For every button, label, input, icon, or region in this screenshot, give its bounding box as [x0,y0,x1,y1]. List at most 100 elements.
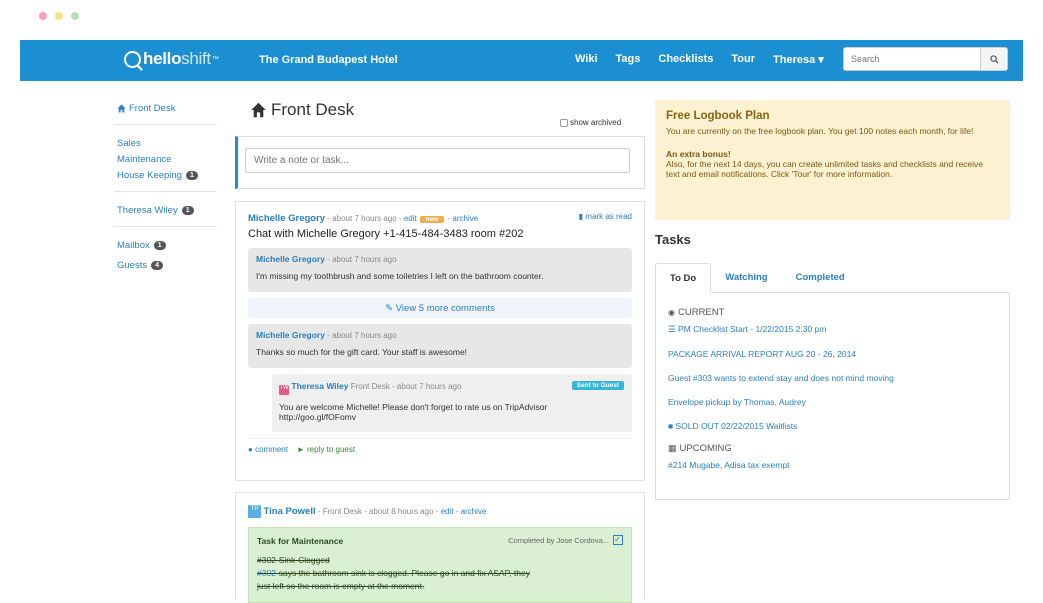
tasks-heading: Tasks [655,232,691,247]
task-item[interactable]: ☰ PM Checklist Start - 1/22/2015 2:30 pm [668,324,997,335]
sidebar-item-guests[interactable]: Guests 4 [117,257,222,273]
reply-link-label: reply to guest [307,445,356,454]
reply-author[interactable]: Theresa Wiley [291,381,348,391]
sidebar: Front Desk Sales Maintenance House Keepi… [114,100,222,273]
sidebar-item-maintenance[interactable]: Maintenance [117,151,222,167]
search-button[interactable] [980,48,1007,70]
task-tag[interactable]: #302 [257,568,276,578]
window-controls [39,12,79,20]
sidebar-item-mailbox[interactable]: Mailbox 1 [117,237,222,253]
post-header: Michelle Gregory - about 7 hours ago - e… [248,212,632,224]
count-badge: 1 [185,170,198,180]
nav-wiki[interactable]: Wiki [575,53,598,66]
task-item[interactable]: ■ SOLD OUT 02/22/2015 Waitlists [668,421,997,431]
post-author[interactable]: Tina Powell [264,506,316,517]
mark-read-link[interactable]: ▮ mark as read [579,212,632,221]
hotel-name[interactable]: The Grand Budapest Hotel [259,54,398,66]
checkbox-icon[interactable] [560,118,568,127]
comment-author[interactable]: Michelle Gregory [256,330,325,340]
tasks-tabs: To Do Watching Completed [655,263,1010,293]
tab-completed[interactable]: Completed [782,263,859,292]
logo[interactable]: hello shift ™ [124,49,219,69]
nav-user-menu[interactable]: Theresa ▾ [773,53,824,66]
sidebar-item-sales[interactable]: Sales [117,135,222,151]
checkbox-checked-icon[interactable]: ✓ [613,535,623,545]
sidebar-item-label: Front Desk [129,102,176,114]
task-item[interactable]: Guest #303 wants to extend stay and does… [668,373,997,383]
archive-link[interactable]: archive [461,507,487,516]
tab-to-do[interactable]: To Do [655,263,712,293]
logo-text-light: shift [181,49,211,68]
reply: TW Theresa Wiley Front Desk - about 7 ho… [272,374,632,432]
task-box: Task for Maintenance Completed by Jose C… [248,527,632,603]
nav-checklists[interactable]: Checklists [658,53,713,66]
search-box [843,47,1008,71]
comment-time: - about 7 hours ago [324,331,397,340]
plan-text: You are currently on the free logbook pl… [666,126,974,136]
count-badge: 4 [151,260,164,270]
task-item-label: PM Checklist Start - 1/22/2015 2:30 pm [678,324,827,334]
count-badge: 1 [153,240,166,250]
nav-tour[interactable]: Tour [731,53,755,66]
search-input[interactable] [844,48,980,70]
reply-link[interactable]: http://goo.gl/fOFomv [279,412,625,422]
reply-to-guest-link[interactable]: ► reply to guest [297,445,355,454]
task-item[interactable]: PACKAGE ARRIVAL REPORT AUG 20 - 26, 2014 [668,349,997,359]
comment-link-label: comment [255,445,288,454]
post-meta: - Front Desk - about 8 hours ago - [315,506,441,516]
nav-tags[interactable]: Tags [616,53,641,66]
post-card: TP Tina Powell - Front Desk - about 8 ho… [235,492,645,603]
show-archived-label: show archived [570,118,622,127]
sidebar-item-label: Mailbox [117,239,150,251]
reply-icon: ► [296,445,305,454]
calendar-icon: ▦ [668,443,677,453]
show-archived-toggle[interactable]: show archived [560,118,621,127]
post-title: Chat with Michelle Gregory +1-415-484-34… [248,228,524,240]
sidebar-divider [114,191,217,192]
maximize-dot[interactable] [71,12,79,20]
bookmark-icon: ▮ [578,212,584,221]
logo-trademark: ™ [211,55,219,63]
comment-link[interactable]: ● comment [248,445,288,454]
comment-time: - about 7 hours ago [324,255,397,264]
sidebar-item-housekeeping[interactable]: House Keeping 1 [117,167,222,183]
section-current: ◉ CURRENT [668,307,997,318]
sidebar-item-theresa[interactable]: Theresa Wiley 1 [117,202,222,218]
note-composer [235,136,645,189]
task-item[interactable]: Envelope pickup by Thomas, Audrey [668,397,997,407]
section-upcoming: ▦ UPCOMING [668,443,997,454]
comment-icon: ● [248,445,253,454]
archive-link[interactable]: archive [452,214,478,223]
mark-read-label: mark as read [585,212,632,221]
task-item[interactable]: #214 Mugabe, Adisa tax exempt [668,460,997,470]
home-icon [117,103,126,113]
post-time: - about 7 hours ago - [325,214,404,223]
comment: Michelle Gregory - about 7 hours ago I'm… [248,248,632,292]
edit-link[interactable]: edit [441,507,454,516]
task-body: #302-says the bathroom sink is clogged. … [257,568,623,578]
view-more-comments[interactable]: ✎ View 5 more comments [248,298,632,318]
nav-links: Wiki Tags Checklists Tour Theresa ▾ [575,53,842,66]
post-author[interactable]: Michelle Gregory [248,213,325,224]
binoculars-icon: ◉ [668,308,675,317]
comment-text: Thanks so much for the gift card. Your s… [256,347,468,357]
list-icon: ☰ [668,324,676,334]
comments-icon: ✎ [385,303,394,314]
minimize-dot[interactable] [55,12,63,20]
note-input[interactable] [245,148,630,173]
tab-watching[interactable]: Watching [711,263,781,292]
section-label: CURRENT [677,307,725,318]
comment-author[interactable]: Michelle Gregory [256,254,325,264]
task-text: just left so the room is empty at the mo… [257,581,425,591]
completed-by: Completed by Jose Cordova... ✓ [508,535,623,545]
task-text: -says the bathroom sink is clogged. Plea… [275,568,530,578]
section-label: UPCOMING [679,443,732,454]
task-title: #302-Sink-Clogged [257,555,330,565]
logo-text-bold: hello [143,49,182,68]
close-dot[interactable] [39,12,47,20]
reply-text: You are welcome Michelle! Please don't f… [279,402,548,412]
edit-link[interactable]: edit [404,214,417,223]
sidebar-item-front-desk[interactable]: Front Desk [117,100,222,116]
page-title-text: Front Desk [271,100,355,119]
comment: Michelle Gregory - about 7 hours ago Tha… [248,324,632,368]
